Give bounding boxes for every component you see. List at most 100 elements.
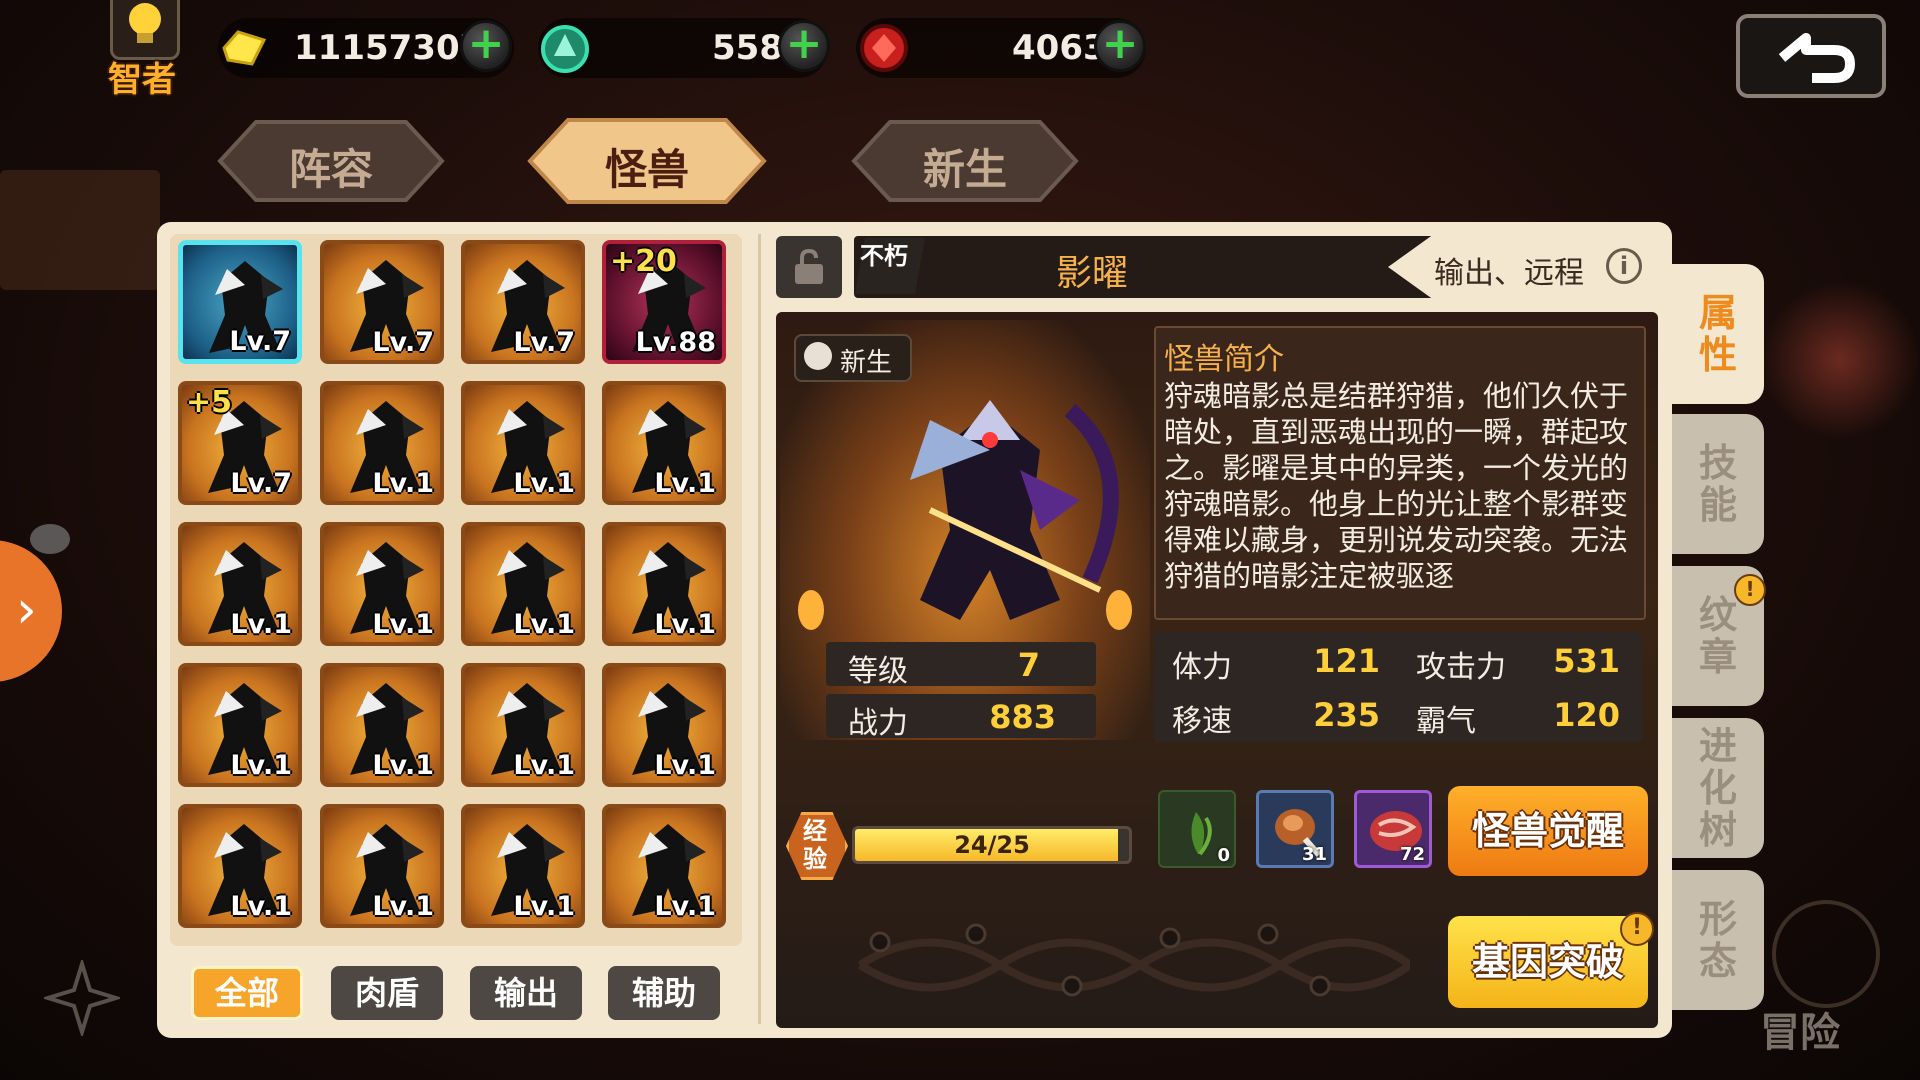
return-arrow-icon	[1778, 33, 1855, 83]
side-tab-char: 态	[1698, 939, 1737, 983]
lock-button[interactable]	[776, 236, 842, 298]
monster-tile[interactable]: Lv.1	[461, 381, 585, 505]
monster-tile[interactable]: Lv.7	[178, 240, 302, 364]
tile-level: Lv.1	[372, 609, 434, 640]
rank-badge[interactable]: 智者	[96, 0, 188, 100]
torch-left-icon	[798, 590, 824, 630]
filter-all-button[interactable]: 全部	[191, 966, 303, 1020]
back-button[interactable]	[1736, 14, 1886, 98]
tile-level: Lv.1	[654, 609, 716, 640]
monster-tile[interactable]: Lv.1	[602, 522, 726, 646]
stat-attack-label: 攻击力	[1416, 650, 1506, 685]
chevron-right-icon: ›	[16, 580, 37, 640]
rank-label: 智者	[108, 60, 176, 100]
monster-tile[interactable]: Lv.1	[178, 804, 302, 928]
tile-level: Lv.88	[635, 327, 716, 358]
filter-tank-button[interactable]: 肉盾	[331, 966, 443, 1020]
exp-label: 经验	[803, 817, 827, 873]
gene-breakthrough-label: 基因突破	[1471, 940, 1624, 984]
side-tab-char: 进	[1698, 724, 1737, 768]
side-tab-form[interactable]: 形态	[1672, 870, 1764, 1010]
monster-tile[interactable]: Lv.1	[461, 804, 585, 928]
tile-level: Lv.1	[230, 891, 292, 922]
herb-count: 0	[1217, 845, 1230, 866]
monster-tile[interactable]: Lv.1	[602, 804, 726, 928]
monster-tile[interactable]: Lv.1	[320, 381, 444, 505]
steak-item[interactable]: 72	[1354, 790, 1432, 868]
monster-tile[interactable]: Lv.7	[461, 240, 585, 364]
chat-icon[interactable]	[30, 524, 70, 554]
monster-tile[interactable]: Lv.1	[602, 663, 726, 787]
info-icon[interactable]: i	[1606, 248, 1642, 284]
tile-level: Lv.1	[513, 891, 575, 922]
power-label: 战力	[848, 706, 908, 741]
gene-breakthrough-button[interactable]: 基因突破	[1448, 916, 1648, 1008]
immortal-badge-label: 不朽	[860, 242, 908, 270]
steak-count: 72	[1399, 844, 1425, 865]
crystal-value: 4063	[1012, 28, 1107, 68]
monster-tile[interactable]: +5 Lv.7	[178, 381, 302, 505]
reborn-tag[interactable]: 新生	[794, 334, 912, 382]
side-tab-skills[interactable]: 技能	[1672, 414, 1764, 554]
monster-tile[interactable]: Lv.1	[178, 663, 302, 787]
tile-level: Lv.1	[654, 468, 716, 499]
tile-plus-badge: +5	[186, 385, 233, 420]
tile-level: Lv.7	[513, 327, 575, 358]
monster-tile[interactable]: +20 Lv.88	[602, 240, 726, 364]
monster-tile[interactable]: Lv.1	[320, 804, 444, 928]
level-value: 7	[1017, 646, 1040, 684]
monster-tile[interactable]: Lv.1	[461, 522, 585, 646]
monster-tile[interactable]: Lv.1	[320, 522, 444, 646]
settings-shuriken-icon[interactable]	[41, 957, 123, 1039]
tab-monster[interactable]: 怪兽	[512, 118, 782, 204]
tile-plus-badge: +20	[610, 244, 677, 279]
exp-bar-track: 24/25	[852, 826, 1132, 864]
gold-add-button[interactable]: +	[460, 20, 512, 72]
tab-lineup-label: 阵容	[288, 145, 373, 194]
herb-item[interactable]: 0	[1158, 790, 1236, 868]
tile-level: Lv.1	[372, 468, 434, 499]
drumstick-item[interactable]: 31	[1256, 790, 1334, 868]
monster-portrait	[910, 400, 1119, 620]
tile-level: Lv.1	[513, 609, 575, 640]
intro-title: 怪兽简介	[1164, 342, 1284, 377]
filter-support-button[interactable]: 辅助	[608, 966, 720, 1020]
monster-tile[interactable]: Lv.1	[461, 663, 585, 787]
filter-damage-button[interactable]: 输出	[470, 966, 582, 1020]
gem-value: 558	[712, 28, 783, 68]
drumstick-count: 31	[1301, 844, 1327, 865]
reborn-icon	[804, 342, 832, 370]
stat-aura-value: 120	[1553, 696, 1620, 734]
compass-icon[interactable]	[1772, 900, 1880, 1008]
herb-icon	[1191, 812, 1212, 856]
tile-level: Lv.1	[372, 750, 434, 781]
tab-lineup[interactable]: 阵容	[196, 118, 466, 204]
tile-level: Lv.1	[372, 891, 434, 922]
side-tab-attributes[interactable]: 属性	[1672, 264, 1764, 404]
gene-alert-icon: !	[1620, 912, 1654, 946]
side-tab-evolution[interactable]: 进化树	[1672, 718, 1764, 858]
monster-tile[interactable]: Lv.1	[178, 522, 302, 646]
side-tab-char: 章	[1698, 635, 1737, 679]
tile-level: Lv.1	[654, 750, 716, 781]
tab-reborn[interactable]: 新生	[830, 118, 1100, 204]
stat-speed-value: 235	[1313, 696, 1380, 734]
tile-level: Lv.1	[513, 750, 575, 781]
stat-attack-value: 531	[1553, 642, 1620, 680]
intro-box: 怪兽简介 狩魂暗影总是结群狩猎，他们久伏于暗处，直到恶魂出现的一瞬，群起攻之。影…	[1154, 326, 1646, 620]
crystal-add-button[interactable]: +	[1094, 20, 1146, 72]
tile-level: Lv.1	[654, 891, 716, 922]
stat-hp-value: 121	[1313, 642, 1380, 680]
monster-tile[interactable]: Lv.1	[320, 663, 444, 787]
intro-text: 狩魂暗影总是结群狩猎，他们久伏于暗处，直到恶魂出现的一瞬，群起攻之。影曜是其中的…	[1164, 379, 1629, 593]
side-tab-char: 技	[1698, 441, 1737, 485]
level-label: 等级	[848, 654, 908, 689]
monster-tile[interactable]: Lv.7	[320, 240, 444, 364]
awaken-button[interactable]: 怪兽觉醒	[1448, 786, 1648, 876]
gem-add-button[interactable]: +	[778, 20, 830, 72]
awaken-button-label: 怪兽觉醒	[1471, 809, 1624, 853]
side-tab-char: 形	[1698, 897, 1737, 941]
monster-tile[interactable]: Lv.1	[602, 381, 726, 505]
panel-divider	[758, 234, 761, 1024]
side-tab-char: 性	[1698, 333, 1737, 377]
